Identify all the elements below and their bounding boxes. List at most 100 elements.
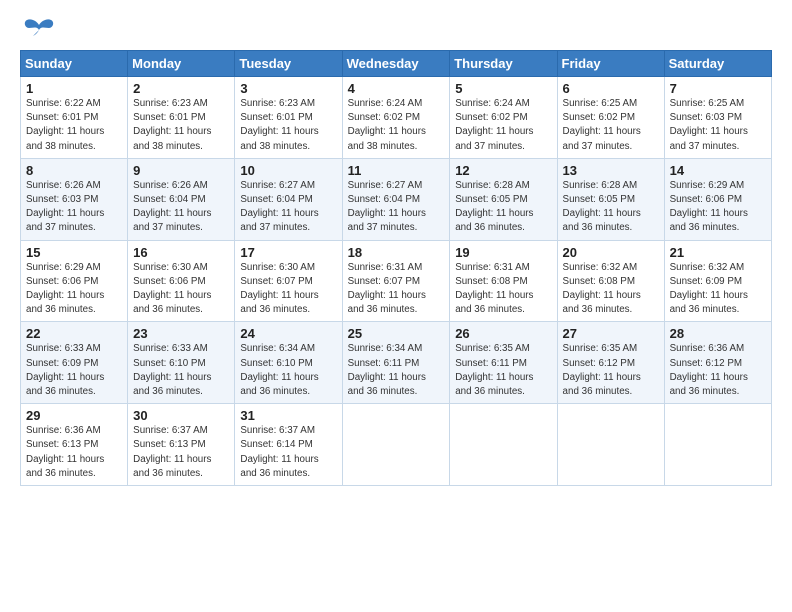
day-info: Sunrise: 6:30 AM Sunset: 6:07 PM Dayligh… [240,261,336,318]
calendar-cell: 13Sunrise: 6:28 AM Sunset: 6:05 PM Dayli… [557,158,664,240]
calendar-cell: 9Sunrise: 6:26 AM Sunset: 6:04 PM Daylig… [128,158,235,240]
day-info: Sunrise: 6:35 AM Sunset: 6:12 PM Dayligh… [563,342,659,399]
day-number: 11 [348,163,445,178]
day-info: Sunrise: 6:37 AM Sunset: 6:13 PM Dayligh… [133,424,229,481]
calendar-week-row: 8Sunrise: 6:26 AM Sunset: 6:03 PM Daylig… [21,158,772,240]
day-of-week-header: Saturday [664,51,771,77]
day-info: Sunrise: 6:34 AM Sunset: 6:11 PM Dayligh… [348,342,445,399]
day-of-week-header-row: SundayMondayTuesdayWednesdayThursdayFrid… [21,51,772,77]
day-info: Sunrise: 6:23 AM Sunset: 6:01 PM Dayligh… [133,97,229,154]
calendar-cell: 5Sunrise: 6:24 AM Sunset: 6:02 PM Daylig… [450,77,557,159]
calendar-cell: 27Sunrise: 6:35 AM Sunset: 6:12 PM Dayli… [557,322,664,404]
calendar-cell: 10Sunrise: 6:27 AM Sunset: 6:04 PM Dayli… [235,158,342,240]
day-number: 27 [563,326,659,341]
logo [20,18,55,40]
day-info: Sunrise: 6:36 AM Sunset: 6:12 PM Dayligh… [670,342,766,399]
calendar-cell: 2Sunrise: 6:23 AM Sunset: 6:01 PM Daylig… [128,77,235,159]
calendar-week-row: 22Sunrise: 6:33 AM Sunset: 6:09 PM Dayli… [21,322,772,404]
day-number: 4 [348,81,445,96]
day-number: 1 [26,81,122,96]
calendar-cell: 19Sunrise: 6:31 AM Sunset: 6:08 PM Dayli… [450,240,557,322]
day-info: Sunrise: 6:35 AM Sunset: 6:11 PM Dayligh… [455,342,551,399]
day-info: Sunrise: 6:30 AM Sunset: 6:06 PM Dayligh… [133,261,229,318]
day-of-week-header: Thursday [450,51,557,77]
calendar-cell: 25Sunrise: 6:34 AM Sunset: 6:11 PM Dayli… [342,322,450,404]
header [20,18,772,40]
day-info: Sunrise: 6:37 AM Sunset: 6:14 PM Dayligh… [240,424,336,481]
day-info: Sunrise: 6:27 AM Sunset: 6:04 PM Dayligh… [240,179,336,236]
calendar-cell: 11Sunrise: 6:27 AM Sunset: 6:04 PM Dayli… [342,158,450,240]
day-info: Sunrise: 6:31 AM Sunset: 6:08 PM Dayligh… [455,261,551,318]
calendar-cell [450,404,557,486]
day-info: Sunrise: 6:29 AM Sunset: 6:06 PM Dayligh… [26,261,122,318]
calendar-cell: 24Sunrise: 6:34 AM Sunset: 6:10 PM Dayli… [235,322,342,404]
day-number: 23 [133,326,229,341]
day-number: 2 [133,81,229,96]
day-of-week-header: Sunday [21,51,128,77]
calendar-cell: 26Sunrise: 6:35 AM Sunset: 6:11 PM Dayli… [450,322,557,404]
calendar-cell: 30Sunrise: 6:37 AM Sunset: 6:13 PM Dayli… [128,404,235,486]
calendar-cell [557,404,664,486]
day-number: 5 [455,81,551,96]
day-info: Sunrise: 6:34 AM Sunset: 6:10 PM Dayligh… [240,342,336,399]
calendar-body: 1Sunrise: 6:22 AM Sunset: 6:01 PM Daylig… [21,77,772,486]
day-number: 20 [563,245,659,260]
day-number: 29 [26,408,122,423]
day-number: 12 [455,163,551,178]
day-number: 31 [240,408,336,423]
day-of-week-header: Monday [128,51,235,77]
calendar-cell: 14Sunrise: 6:29 AM Sunset: 6:06 PM Dayli… [664,158,771,240]
day-info: Sunrise: 6:33 AM Sunset: 6:10 PM Dayligh… [133,342,229,399]
calendar-cell: 22Sunrise: 6:33 AM Sunset: 6:09 PM Dayli… [21,322,128,404]
day-number: 15 [26,245,122,260]
day-info: Sunrise: 6:27 AM Sunset: 6:04 PM Dayligh… [348,179,445,236]
calendar-cell [664,404,771,486]
page: SundayMondayTuesdayWednesdayThursdayFrid… [0,0,792,612]
day-info: Sunrise: 6:28 AM Sunset: 6:05 PM Dayligh… [563,179,659,236]
day-number: 24 [240,326,336,341]
day-info: Sunrise: 6:24 AM Sunset: 6:02 PM Dayligh… [348,97,445,154]
calendar-cell: 20Sunrise: 6:32 AM Sunset: 6:08 PM Dayli… [557,240,664,322]
day-number: 13 [563,163,659,178]
calendar-cell: 7Sunrise: 6:25 AM Sunset: 6:03 PM Daylig… [664,77,771,159]
day-info: Sunrise: 6:25 AM Sunset: 6:02 PM Dayligh… [563,97,659,154]
calendar-cell: 8Sunrise: 6:26 AM Sunset: 6:03 PM Daylig… [21,158,128,240]
day-number: 30 [133,408,229,423]
day-number: 14 [670,163,766,178]
calendar-cell: 28Sunrise: 6:36 AM Sunset: 6:12 PM Dayli… [664,322,771,404]
calendar-cell: 18Sunrise: 6:31 AM Sunset: 6:07 PM Dayli… [342,240,450,322]
day-info: Sunrise: 6:25 AM Sunset: 6:03 PM Dayligh… [670,97,766,154]
day-number: 8 [26,163,122,178]
calendar-cell: 6Sunrise: 6:25 AM Sunset: 6:02 PM Daylig… [557,77,664,159]
calendar-week-row: 15Sunrise: 6:29 AM Sunset: 6:06 PM Dayli… [21,240,772,322]
day-info: Sunrise: 6:23 AM Sunset: 6:01 PM Dayligh… [240,97,336,154]
day-info: Sunrise: 6:28 AM Sunset: 6:05 PM Dayligh… [455,179,551,236]
calendar-week-row: 29Sunrise: 6:36 AM Sunset: 6:13 PM Dayli… [21,404,772,486]
bird-icon [23,18,55,40]
day-info: Sunrise: 6:24 AM Sunset: 6:02 PM Dayligh… [455,97,551,154]
day-number: 25 [348,326,445,341]
day-number: 26 [455,326,551,341]
day-number: 16 [133,245,229,260]
day-number: 18 [348,245,445,260]
day-number: 3 [240,81,336,96]
day-of-week-header: Tuesday [235,51,342,77]
day-number: 7 [670,81,766,96]
calendar-cell: 15Sunrise: 6:29 AM Sunset: 6:06 PM Dayli… [21,240,128,322]
day-info: Sunrise: 6:29 AM Sunset: 6:06 PM Dayligh… [670,179,766,236]
calendar-cell: 12Sunrise: 6:28 AM Sunset: 6:05 PM Dayli… [450,158,557,240]
calendar-cell: 21Sunrise: 6:32 AM Sunset: 6:09 PM Dayli… [664,240,771,322]
calendar-cell: 3Sunrise: 6:23 AM Sunset: 6:01 PM Daylig… [235,77,342,159]
calendar-table: SundayMondayTuesdayWednesdayThursdayFrid… [20,50,772,486]
day-info: Sunrise: 6:33 AM Sunset: 6:09 PM Dayligh… [26,342,122,399]
day-number: 19 [455,245,551,260]
calendar-cell: 29Sunrise: 6:36 AM Sunset: 6:13 PM Dayli… [21,404,128,486]
day-number: 21 [670,245,766,260]
day-info: Sunrise: 6:32 AM Sunset: 6:08 PM Dayligh… [563,261,659,318]
calendar-cell: 1Sunrise: 6:22 AM Sunset: 6:01 PM Daylig… [21,77,128,159]
day-info: Sunrise: 6:26 AM Sunset: 6:04 PM Dayligh… [133,179,229,236]
calendar-cell: 17Sunrise: 6:30 AM Sunset: 6:07 PM Dayli… [235,240,342,322]
day-info: Sunrise: 6:36 AM Sunset: 6:13 PM Dayligh… [26,424,122,481]
calendar-cell: 23Sunrise: 6:33 AM Sunset: 6:10 PM Dayli… [128,322,235,404]
day-number: 22 [26,326,122,341]
